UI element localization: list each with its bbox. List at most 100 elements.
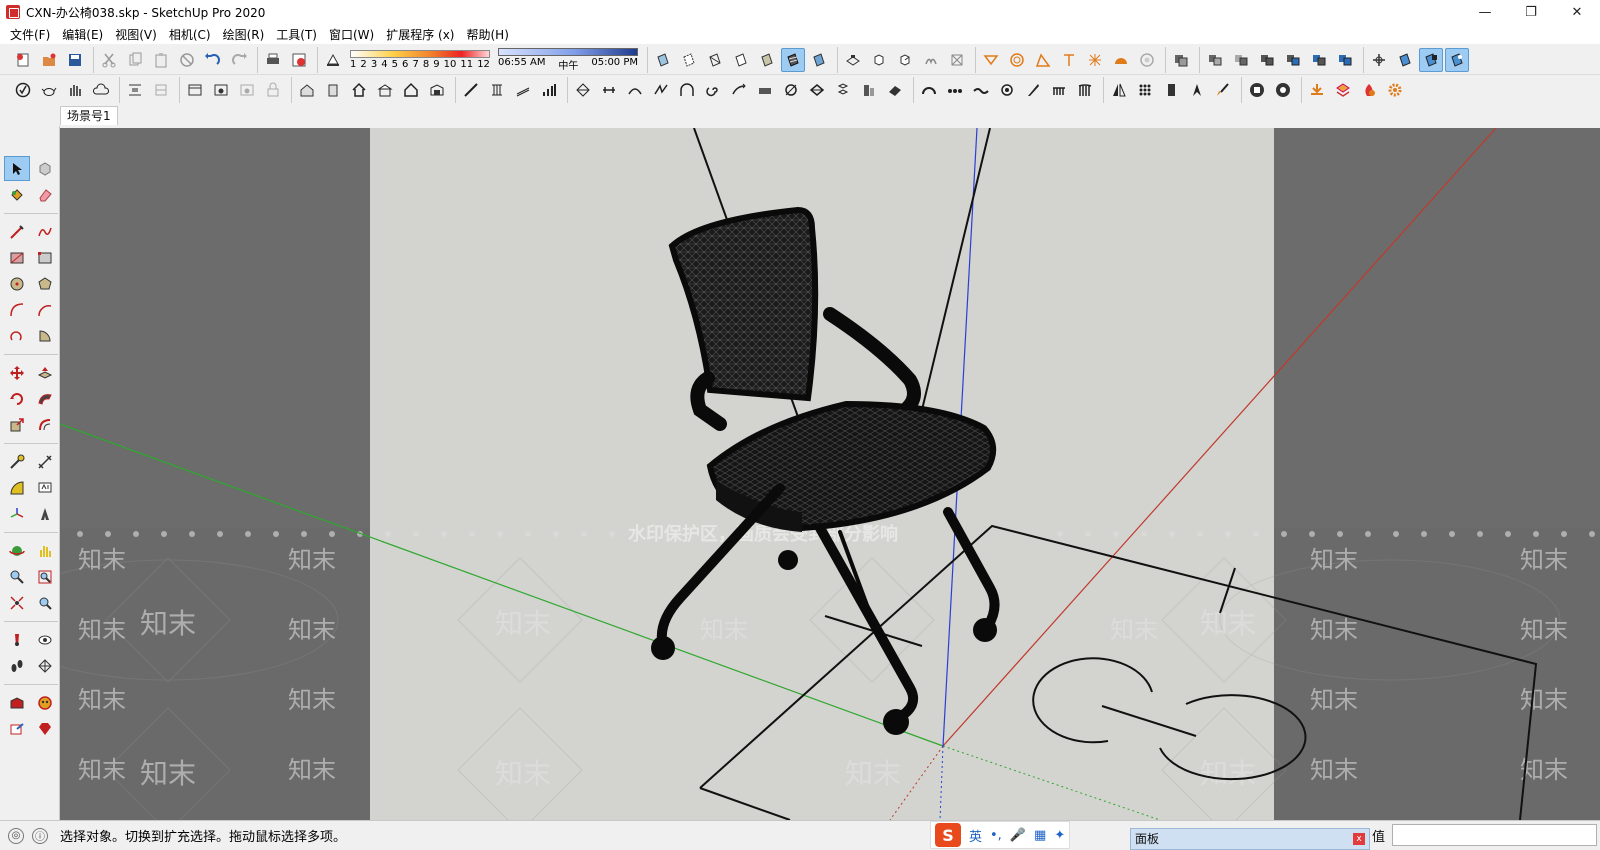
wall-icon[interactable] xyxy=(321,78,345,102)
chair-caster-2[interactable] xyxy=(883,709,909,735)
extension-warehouse-icon[interactable] xyxy=(32,690,58,715)
bars-icon[interactable] xyxy=(537,78,561,102)
stairs-icon[interactable] xyxy=(459,78,483,102)
instructor-info-icon[interactable]: ⓘ xyxy=(32,827,48,844)
section-plane-tool-icon[interactable] xyxy=(32,653,58,678)
cut-icon[interactable] xyxy=(97,48,121,72)
chair-caster-3[interactable] xyxy=(973,618,997,642)
menu-extensions[interactable]: 扩展程序 (x) xyxy=(380,26,460,43)
3d-text-icon[interactable] xyxy=(1109,48,1133,72)
axes-tool-icon[interactable] xyxy=(4,501,30,526)
dimension-icon[interactable] xyxy=(1005,48,1029,72)
wireframe-icon[interactable] xyxy=(703,48,727,72)
print-icon[interactable] xyxy=(261,48,285,72)
axes-icon[interactable] xyxy=(1083,48,1107,72)
geo-location-icon[interactable]: ◎ xyxy=(8,827,24,844)
union-icon[interactable] xyxy=(1255,48,1279,72)
house-icon[interactable] xyxy=(347,78,371,102)
keyboard-icon[interactable]: ▦ xyxy=(1034,828,1046,843)
components-icon[interactable] xyxy=(1169,48,1193,72)
tray-close-button[interactable]: x xyxy=(1353,833,1365,845)
fence-icon[interactable] xyxy=(1073,78,1097,102)
move-icon[interactable] xyxy=(4,360,30,385)
zoom-extents-icon[interactable] xyxy=(4,590,30,615)
brush-icon[interactable] xyxy=(1211,78,1235,102)
perspective-icon[interactable] xyxy=(1393,48,1417,72)
ime-apps-icon[interactable]: ✦ xyxy=(1054,828,1065,843)
back-view-icon[interactable] xyxy=(945,48,969,72)
plugin-arrow-down-icon[interactable] xyxy=(1305,78,1329,102)
offset-icon[interactable] xyxy=(32,412,58,437)
hand-pan-icon[interactable] xyxy=(63,78,87,102)
scene-canvas[interactable]: 知末 知末 知末 知末 知末 知末 知末 知末 知末 知末 知末 知末 知末 知… xyxy=(60,128,1600,820)
position-camera-icon[interactable] xyxy=(1367,48,1391,72)
rotate-icon[interactable] xyxy=(4,386,30,411)
tape-measure-icon[interactable] xyxy=(979,48,1003,72)
comb-icon[interactable] xyxy=(1047,78,1071,102)
wave-icon[interactable] xyxy=(969,78,993,102)
subtract-icon[interactable] xyxy=(1281,48,1305,72)
undo-icon[interactable] xyxy=(201,48,225,72)
iso-view-icon[interactable] xyxy=(841,48,865,72)
paint-bucket-icon[interactable] xyxy=(4,182,30,207)
restore-button[interactable]: ❐ xyxy=(1508,0,1554,24)
align-grid-icon[interactable] xyxy=(149,78,173,102)
warehouse-icon[interactable] xyxy=(1135,48,1159,72)
scale-icon[interactable] xyxy=(4,412,30,437)
new-file-icon[interactable] xyxy=(11,48,35,72)
paste-icon[interactable] xyxy=(149,48,173,72)
pencil-line-icon[interactable] xyxy=(4,219,30,244)
fredo-box-icon[interactable] xyxy=(753,78,777,102)
fredo-multi-icon[interactable] xyxy=(831,78,855,102)
zoom-icon[interactable] xyxy=(4,564,30,589)
split-icon[interactable] xyxy=(1333,48,1357,72)
fredo-truck-icon[interactable] xyxy=(883,78,907,102)
align-top-icon[interactable] xyxy=(123,78,147,102)
walk-icon[interactable] xyxy=(4,653,30,678)
select-check-icon[interactable] xyxy=(11,78,35,102)
teapot-icon[interactable] xyxy=(37,78,61,102)
ime-language-toggle[interactable]: 英 xyxy=(969,826,982,845)
ime-punctuation-toggle[interactable]: •, xyxy=(990,828,1002,843)
home-outline-icon[interactable] xyxy=(399,78,423,102)
minimize-button[interactable]: — xyxy=(1462,0,1508,24)
model-info-icon[interactable] xyxy=(287,48,311,72)
rotated-rectangle-icon[interactable] xyxy=(32,245,58,270)
tape-measure-tool-icon[interactable] xyxy=(4,449,30,474)
trim-icon[interactable] xyxy=(1307,48,1331,72)
section-cut-icon[interactable] xyxy=(235,78,259,102)
spiral-icon[interactable] xyxy=(995,78,1019,102)
position-camera-tool-icon[interactable] xyxy=(4,627,30,652)
plugin-gear-icon[interactable] xyxy=(1383,78,1407,102)
text-label-icon[interactable] xyxy=(1057,48,1081,72)
fredo-diamond-icon[interactable] xyxy=(805,78,829,102)
polygon-icon[interactable] xyxy=(32,271,58,296)
outer-shell-icon[interactable] xyxy=(1203,48,1227,72)
microphone-icon[interactable]: 🎤 xyxy=(1010,828,1026,843)
cloud-icon[interactable] xyxy=(89,78,113,102)
hidden-line-icon[interactable] xyxy=(729,48,753,72)
fredo-spiral-icon[interactable] xyxy=(701,78,725,102)
text-tool-icon[interactable] xyxy=(32,475,58,500)
previous-view-icon[interactable] xyxy=(32,590,58,615)
front-view-icon[interactable] xyxy=(893,48,917,72)
3d-text-tool-icon[interactable] xyxy=(32,501,58,526)
roof-icon[interactable] xyxy=(373,78,397,102)
menu-camera[interactable]: 相机(C) xyxy=(163,26,217,43)
rectangle-icon[interactable] xyxy=(4,245,30,270)
orbit-icon[interactable] xyxy=(4,538,30,563)
arc-icon[interactable] xyxy=(917,78,941,102)
make-component-icon[interactable] xyxy=(32,156,58,181)
select-arrow-icon[interactable] xyxy=(4,156,30,181)
send-to-layout-icon[interactable] xyxy=(4,716,30,741)
menu-file[interactable]: 文件(F) xyxy=(4,26,56,43)
menu-window[interactable]: 窗口(W) xyxy=(323,26,380,43)
two-point-arc-icon[interactable] xyxy=(32,297,58,322)
back-edges-icon[interactable] xyxy=(677,48,701,72)
pan-icon[interactable] xyxy=(32,538,58,563)
two-point-perspective-icon[interactable] xyxy=(1445,47,1469,72)
parallel-projection-icon[interactable] xyxy=(1419,47,1443,72)
section-plane-icon[interactable] xyxy=(183,78,207,102)
protractor-icon[interactable] xyxy=(1031,48,1055,72)
floor-icon[interactable] xyxy=(425,78,449,102)
